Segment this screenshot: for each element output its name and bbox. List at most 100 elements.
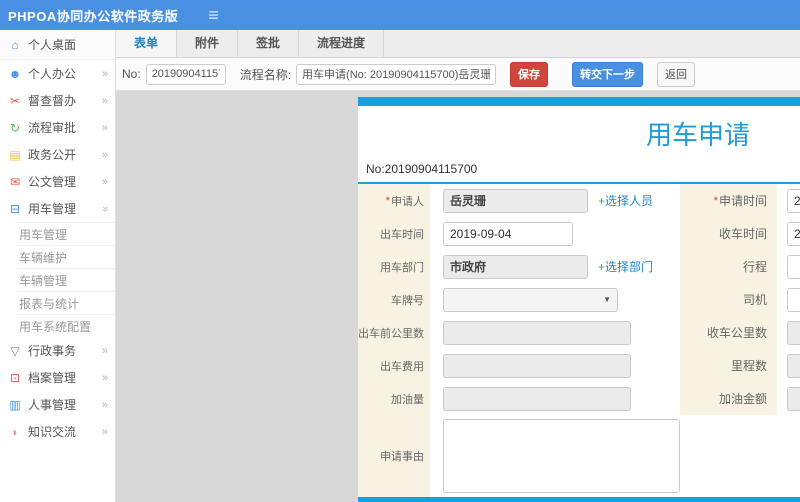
form-row-apply-time: * 申请时间 <box>680 184 800 217</box>
sidebar-subitem-label: 车辆管理 <box>19 273 68 288</box>
mail-icon: ✉ <box>9 174 21 189</box>
form-row-departure-time: 出车时间 <box>358 217 680 250</box>
department-field[interactable]: 市政府 <box>443 254 588 279</box>
tab-sign-approval[interactable]: 签批 <box>238 30 300 57</box>
form-body: * 申请人 岳灵珊 +选择人员 出车时间 用车部门 市政府 <box>358 184 800 497</box>
field-label-text: 申请时间 <box>718 194 767 208</box>
sidebar-subitem-reports-statistics[interactable]: 报表与统计 <box>17 291 115 314</box>
field-label: 出车时间 <box>358 217 430 250</box>
select-arrow-icon: ▼ <box>603 295 611 304</box>
archive-icon: ⊡ <box>9 370 21 385</box>
field-label-text: 收车公里数 <box>706 326 767 340</box>
panel-bottom-accent-bar <box>358 497 800 502</box>
chevron-right-icon: » <box>101 175 108 188</box>
select-department-link-text: 选择部门 <box>605 260 654 274</box>
field-label-text: 行程 <box>742 260 767 274</box>
chevron-right-icon: » <box>101 67 108 80</box>
content-area: 用车申请 No:20190904115700 * 申请人 岳灵珊 +选择人员 出… <box>116 91 800 502</box>
tab-attachments[interactable]: 附件 <box>177 30 239 57</box>
form-number-line: No:20190904115700 <box>358 156 800 184</box>
fuel-amount-field <box>443 386 631 411</box>
sidebar-item-label: 政务公开 <box>28 148 77 162</box>
trip-cost-field <box>443 353 631 378</box>
field-label: 行程 <box>680 250 777 283</box>
save-button[interactable]: 保存 <box>510 61 549 87</box>
field-label-text: 司机 <box>742 293 767 307</box>
tab-workflow-progress[interactable]: 流程进度 <box>299 30 385 57</box>
sidebar-item-label: 知识交流 <box>28 425 77 439</box>
departure-time-input[interactable] <box>443 221 573 246</box>
tab-bar: 表单 附件 签批 流程进度 <box>116 30 800 58</box>
sidebar-subitem-vehicle-maintenance[interactable]: 车辆维护 <box>17 245 115 268</box>
flow-name-input[interactable] <box>296 63 497 85</box>
chevron-right-icon: » <box>101 94 108 107</box>
application-reason-textarea[interactable] <box>443 419 680 493</box>
sidebar-subitem-vehicle-use[interactable]: 用车管理 <box>17 222 115 245</box>
sidebar-item-archive-management[interactable]: ⊡ 档案管理 » <box>0 364 115 391</box>
scissors-icon: ✂ <box>9 93 21 108</box>
sidebar-subitem-vehicle-system-config[interactable]: 用车系统配置 <box>17 314 115 337</box>
form-row-fuel-amount: 加油量 <box>358 382 680 415</box>
sidebar-item-administrative-affairs[interactable]: ▽ 行政事务 » <box>0 337 115 364</box>
sidebar-item-hr-management[interactable]: ▥ 人事管理 » <box>0 391 115 418</box>
applicant-field[interactable]: 岳灵珊 <box>443 188 588 213</box>
book-icon: ▥ <box>9 397 21 412</box>
sidebar-item-label: 行政事务 <box>28 344 77 358</box>
chevron-right-icon: » <box>101 371 108 384</box>
field-label: 收车公里数 <box>680 316 777 349</box>
form-row-return-time: 收车时间 <box>680 217 800 250</box>
chevron-right-icon: » <box>101 121 108 134</box>
back-button[interactable]: 返回 <box>657 61 696 87</box>
refresh-icon: ↻ <box>9 120 21 135</box>
sidebar-item-label: 个人办公 <box>28 67 77 81</box>
form-right-column: * 申请时间 收车时间 行程 司机 收车公 <box>680 184 800 415</box>
user-icon: ☻ <box>8 66 22 81</box>
sidebar-item-personal-desktop[interactable]: ⌂ 个人桌面 <box>0 30 115 60</box>
sidebar-item-supervision[interactable]: ✂ 督查督办 » <box>0 87 115 114</box>
select-department-link[interactable]: +选择部门 <box>598 258 653 275</box>
sidebar-item-vehicle-management[interactable]: ⊟ 用车管理 » <box>0 195 115 222</box>
field-label-text: 加油金额 <box>718 392 767 406</box>
field-label: 申请事由 <box>358 415 430 497</box>
form-row-mileage: 里程数 <box>680 349 800 382</box>
sidebar-subitem-label: 用车管理 <box>19 227 68 242</box>
field-label: 用车部门 <box>358 250 430 283</box>
sidebar-item-knowledge-exchange[interactable]: ◗ 知识交流 » <box>0 418 115 445</box>
itinerary-input[interactable] <box>787 254 800 279</box>
forward-next-step-button[interactable]: 转交下一步 <box>572 61 644 87</box>
driver-input[interactable] <box>787 287 800 312</box>
no-label: No: <box>122 67 141 81</box>
form-row-trip-cost: 出车费用 <box>358 349 680 382</box>
mileage-field <box>787 353 800 378</box>
form-row-km-return: 收车公里数 <box>680 316 800 349</box>
form-left-column: * 申请人 岳灵珊 +选择人员 出车时间 用车部门 市政府 <box>358 184 680 497</box>
chat-icon: ◗ <box>11 424 19 439</box>
return-time-input[interactable] <box>787 221 800 246</box>
sidebar-subitem-vehicle-admin[interactable]: 车辆管理 <box>17 268 115 291</box>
field-label-text: 出车前公里数 <box>358 327 424 340</box>
sidebar-item-label: 流程审批 <box>28 121 77 135</box>
tab-form[interactable]: 表单 <box>116 30 178 57</box>
sidebar-item-personal-office[interactable]: ☻ 个人办公 » <box>0 60 115 87</box>
form-row-plate-number: 车牌号 ▼ <box>358 283 680 316</box>
sidebar-item-gov-disclosure[interactable]: ▤ 政务公开 » <box>0 141 115 168</box>
car-icon: ⊟ <box>9 201 21 216</box>
form-row-driver: 司机 <box>680 283 800 316</box>
field-label: 加油金额 <box>680 382 777 415</box>
field-label: 里程数 <box>680 349 777 382</box>
plate-number-select[interactable]: ▼ <box>443 287 618 312</box>
sidebar-item-workflow-approval[interactable]: ↻ 流程审批 » <box>0 114 115 141</box>
hamburger-icon[interactable]: ≡ <box>208 0 219 30</box>
form-row-km-before: 出车前公里数 <box>358 316 680 349</box>
field-label-text: 申请人 <box>391 195 424 208</box>
sidebar-item-document-management[interactable]: ✉ 公文管理 » <box>0 168 115 195</box>
sidebar-item-label: 公文管理 <box>28 175 77 189</box>
field-label-text: 用车部门 <box>380 261 424 274</box>
required-mark: * <box>385 194 390 207</box>
field-label-text: 收车时间 <box>718 227 767 241</box>
no-input[interactable] <box>145 63 226 85</box>
sidebar: ⌂ 个人桌面 ☻ 个人办公 » ✂ 督查督办 » ↻ 流程审批 » ▤ 政务公开… <box>0 30 116 502</box>
apply-time-input[interactable] <box>787 188 800 213</box>
chevron-right-icon: » <box>101 148 108 161</box>
select-person-link[interactable]: +选择人员 <box>598 192 653 209</box>
